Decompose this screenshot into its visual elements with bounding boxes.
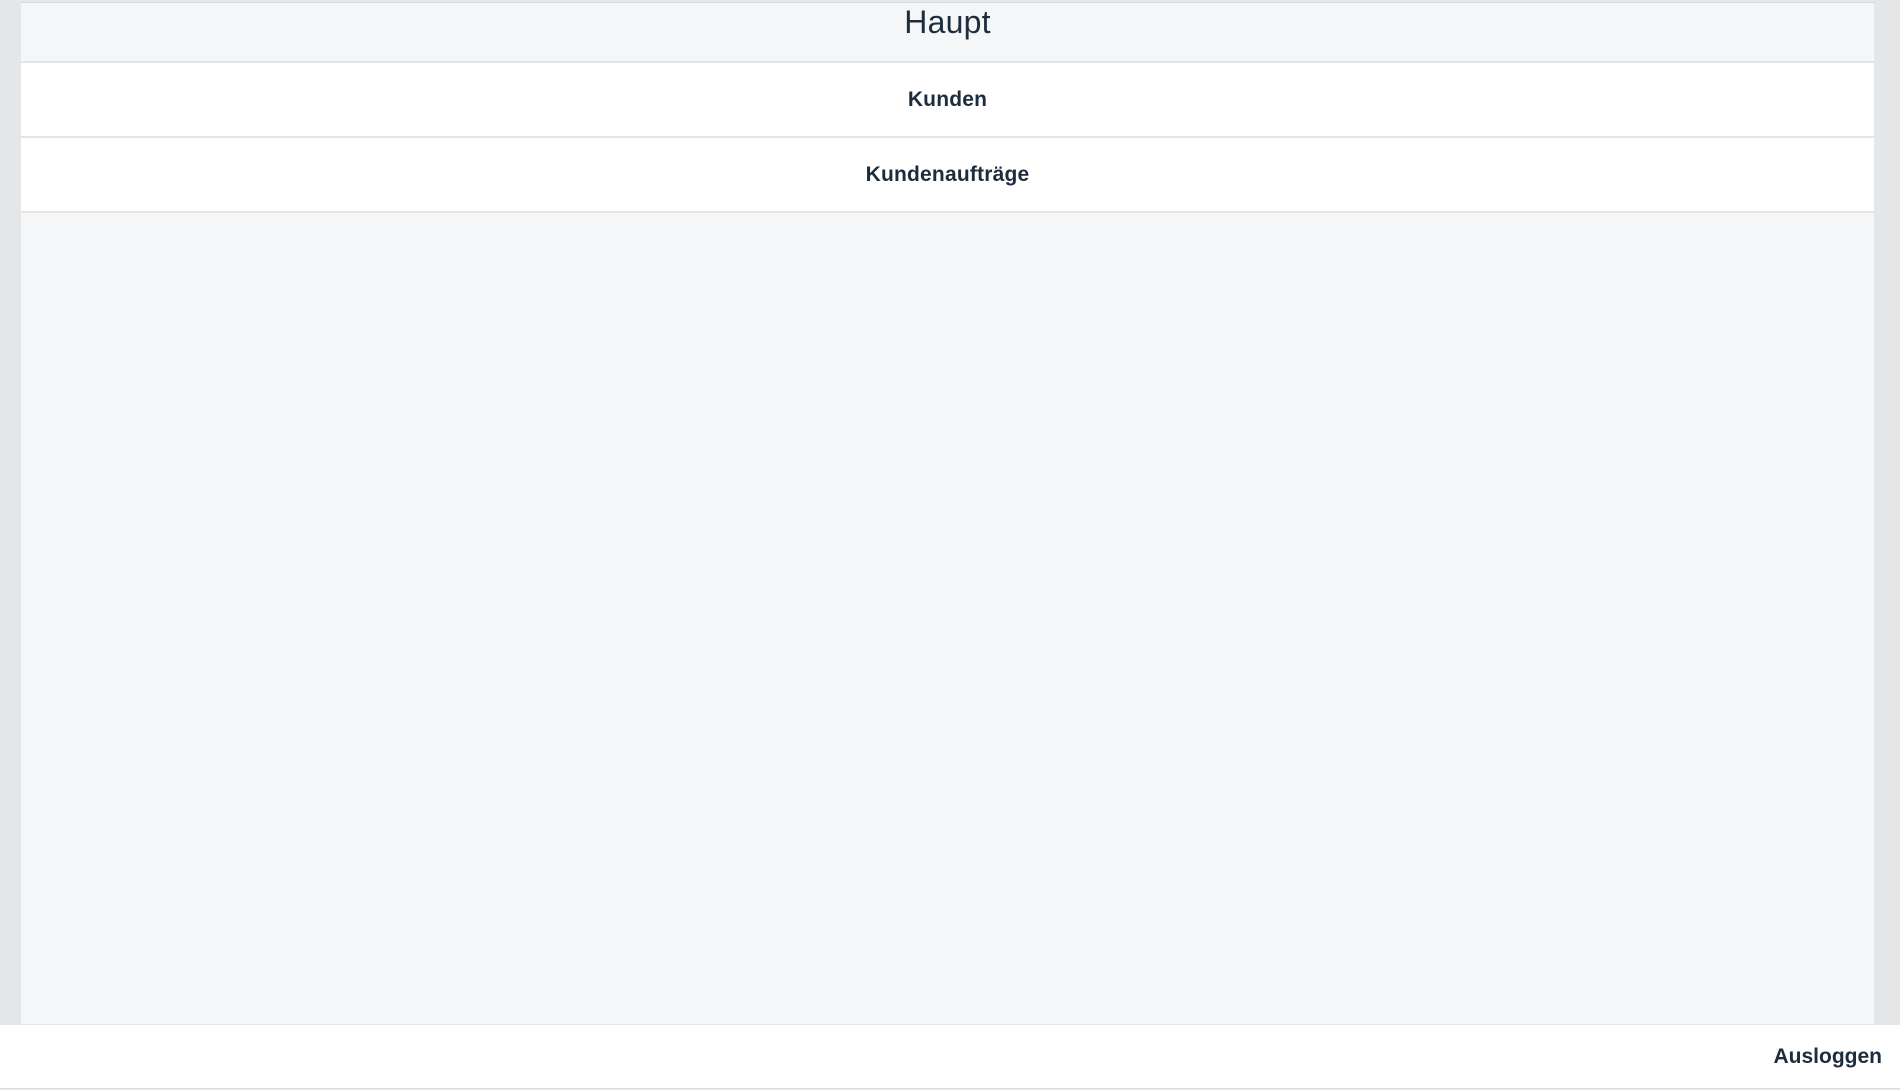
page-header: Haupt	[21, 3, 1874, 63]
nav-item-label: Kundenaufträge	[865, 162, 1030, 186]
app-viewport: Haupt Kunden Kundenaufträge Ausloggen	[0, 0, 1900, 1090]
logout-button[interactable]: Ausloggen	[1768, 1037, 1889, 1077]
footer-bar: Ausloggen	[0, 1025, 1900, 1089]
nav-item-kundenauftraege[interactable]: Kundenaufträge	[21, 138, 1874, 213]
navigation-list: Kunden Kundenaufträge	[21, 63, 1874, 213]
nav-item-label: Kunden	[907, 87, 988, 111]
page-title: Haupt	[904, 3, 991, 40]
nav-item-kunden[interactable]: Kunden	[21, 63, 1874, 138]
main-page: Haupt Kunden Kundenaufträge	[21, 2, 1874, 1024]
